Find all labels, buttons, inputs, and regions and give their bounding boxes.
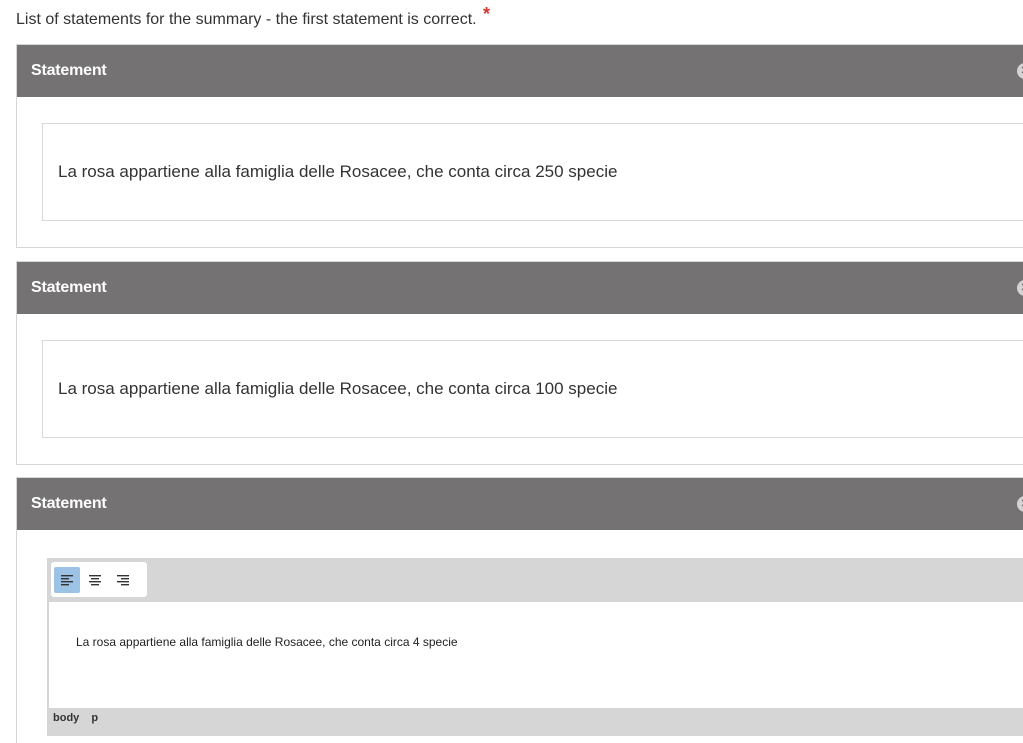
align-left-icon xyxy=(61,574,73,585)
editor-element-path: body p xyxy=(53,712,107,724)
statement-header-label: Statement xyxy=(31,495,107,512)
align-right-button[interactable] xyxy=(110,567,136,593)
align-left-button[interactable] xyxy=(54,566,80,593)
editor-path-p[interactable]: p xyxy=(91,712,98,724)
statement-item: Statement ✕ xyxy=(16,477,1023,743)
statement-header: Statement ✕ xyxy=(17,478,1023,530)
close-circle-icon[interactable]: ✕ xyxy=(1017,280,1023,296)
required-marker: * xyxy=(483,4,491,24)
close-circle-icon[interactable]: ✕ xyxy=(1017,496,1023,512)
close-circle-icon[interactable]: ✕ xyxy=(1017,63,1023,79)
statement-header-label: Statement xyxy=(31,279,107,296)
editor-path-body[interactable]: body xyxy=(53,712,79,724)
statement-header: Statement ✕ xyxy=(17,45,1023,97)
statement-item: Statement ✕ La rosa appartiene alla fami… xyxy=(16,44,1023,248)
align-center-icon xyxy=(89,574,101,585)
statements-list-label: List of statements for the summary - the… xyxy=(16,4,490,29)
editor-toolbar xyxy=(51,562,147,597)
statement-header-label: Statement xyxy=(31,62,107,79)
align-right-icon xyxy=(117,574,129,585)
statements-list-label-text: List of statements for the summary - the… xyxy=(16,11,477,28)
statement-text-field[interactable]: La rosa appartiene alla famiglia delle R… xyxy=(42,123,1023,221)
statement-item: Statement ✕ La rosa appartiene alla fami… xyxy=(16,261,1023,465)
statement-header: Statement ✕ xyxy=(17,262,1023,314)
rich-text-editor: La rosa appartiene alla famiglia delle R… xyxy=(47,558,1023,736)
editor-content-area[interactable]: La rosa appartiene alla famiglia delle R… xyxy=(49,602,1023,708)
align-center-button[interactable] xyxy=(82,567,108,593)
statements-page: List of statements for the summary - the… xyxy=(0,0,1023,743)
statement-text-field[interactable]: La rosa appartiene alla famiglia delle R… xyxy=(42,340,1023,438)
